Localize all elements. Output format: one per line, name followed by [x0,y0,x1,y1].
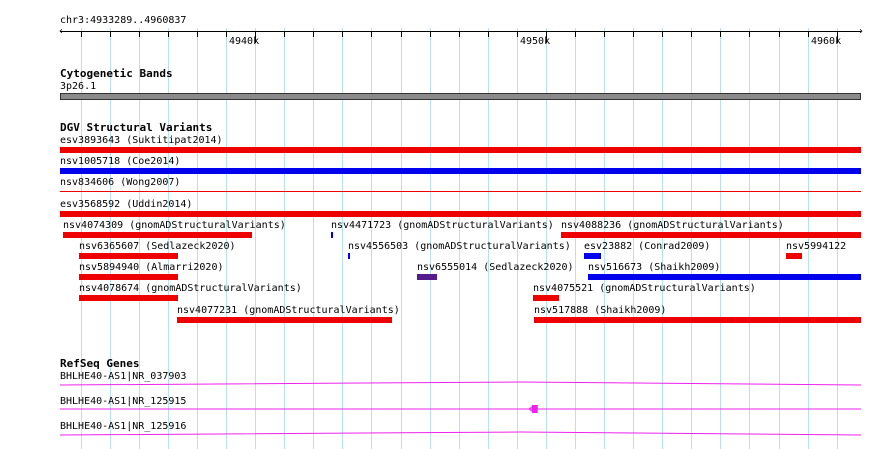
ruler-minor-tick [691,32,692,37]
dgv-feature-label[interactable]: esv3893643 (Suktitipat2014) [60,135,223,146]
dgv-feature-bar[interactable] [534,316,861,323]
dgv-feature-label[interactable]: nsv516673 (Shaikh2009) [588,262,720,273]
ruler-minor-tick [371,32,372,37]
refseq-gene-model[interactable] [0,378,890,390]
refseq-gene-model[interactable] [0,403,890,415]
dgv-feature-label[interactable]: nsv1005718 (Coe2014) [60,156,180,167]
refseq-exon[interactable] [531,405,538,413]
cytoband-ideogram[interactable] [60,93,861,100]
dgv-feature-bar[interactable] [584,253,601,259]
refseq-intron-line [59,381,862,386]
ruler-minor-tick [226,32,227,37]
ruler-minor-tick [430,32,431,37]
dgv-feature-label[interactable]: nsv517888 (Shaikh2009) [534,305,666,316]
dgv-feature-label[interactable]: esv3568592 (Uddin2014) [60,199,192,210]
ruler-minor-tick [749,32,750,37]
ruler-right-arrow-icon: › [858,26,865,37]
ruler-minor-tick [459,32,460,37]
dgv-feature-label[interactable]: nsv6365607 (Sedlazeck2020) [79,241,236,252]
position-label: chr3:4933289..4960837 [60,15,187,26]
ruler-minor-tick [779,32,780,37]
dgv-feature-label[interactable]: nsv4077231 (gnomADStructuralVariants) [177,305,400,316]
ruler-minor-tick [313,32,314,37]
dgv-feature-bar[interactable] [63,231,252,238]
dgv-feature-label[interactable]: nsv4074309 (gnomADStructuralVariants) [63,220,286,231]
ruler-minor-tick [284,32,285,37]
refseq-intron-line [59,431,862,436]
ruler-minor-tick [197,32,198,37]
dgv-feature-label[interactable]: nsv5894940 (Almarri2020) [79,262,224,273]
dgv-feature-label[interactable]: nsv4556503 (gnomADStructuralVariants) [348,241,571,252]
dgv-feature-bar[interactable] [348,253,350,259]
dgv-feature-label[interactable]: nsv4075521 (gnomADStructuralVariants) [533,283,756,294]
refseq-gene-model[interactable] [0,428,890,440]
ruler-minor-tick [342,32,343,37]
dgv-track-title[interactable]: DGV Structural Variants [60,122,212,134]
cytoband-label: 3p26.1 [60,81,97,92]
dgv-feature-label[interactable]: nsv6555014 (Sedlazeck2020) [417,262,574,273]
ruler-minor-tick [604,32,605,37]
dgv-feature-label[interactable]: esv23882 (Conrad2009) [584,241,710,252]
ruler-left-arrow-icon: ‹ [58,26,65,37]
ruler-minor-tick [575,32,576,37]
ruler-tick-label: 4960k [811,36,842,47]
dgv-feature-label[interactable]: nsv4471723 (gnomADStructuralVariants) [331,220,554,231]
dgv-feature-bar[interactable] [588,274,861,281]
genome-browser-panel: chr3:4933289..4960837 ‹ › 4940k 4950k 4960… [0,0,890,449]
ruler-minor-tick [139,32,140,37]
ruler-minor-tick [720,32,721,37]
cytoband-track-title[interactable]: Cytogenetic Bands [60,68,173,80]
dgv-feature-bar[interactable] [60,191,861,193]
dgv-feature-label[interactable]: nsv834606 (Wong2007) [60,177,180,188]
ruler-minor-tick [662,32,663,37]
ruler-minor-tick [168,32,169,37]
ruler-minor-tick [633,32,634,37]
ruler-line [60,31,861,32]
dgv-feature-bar[interactable] [331,231,333,238]
dgv-feature-label[interactable]: nsv5994122 [786,241,846,252]
dgv-feature-bar[interactable] [79,295,178,302]
dgv-feature-bar[interactable] [177,316,392,323]
refseq-track-title[interactable]: RefSeq Genes [60,358,139,370]
ruler-minor-tick [110,32,111,37]
ruler-minor-tick [488,32,489,37]
dgv-feature-bar[interactable] [60,210,861,217]
dgv-feature-label[interactable]: nsv4088236 (gnomADStructuralVariants) [561,220,784,231]
ruler-minor-tick [517,32,518,37]
dgv-feature-bar[interactable] [60,168,861,175]
dgv-feature-bar[interactable] [533,295,559,302]
dgv-feature-bar[interactable] [417,274,437,281]
dgv-feature-bar[interactable] [60,147,861,153]
ruler-minor-tick [81,32,82,37]
dgv-feature-bar[interactable] [79,274,178,281]
dgv-feature-bar[interactable] [79,253,178,259]
dgv-feature-label[interactable]: nsv4078674 (gnomADStructuralVariants) [79,283,302,294]
dgv-feature-bar[interactable] [561,231,861,238]
ruler-minor-tick [401,32,402,37]
ruler-tick-label: 4950k [520,36,551,47]
ruler-minor-tick [808,32,809,37]
dgv-feature-bar[interactable] [786,253,802,259]
ruler-tick-label: 4940k [229,36,260,47]
